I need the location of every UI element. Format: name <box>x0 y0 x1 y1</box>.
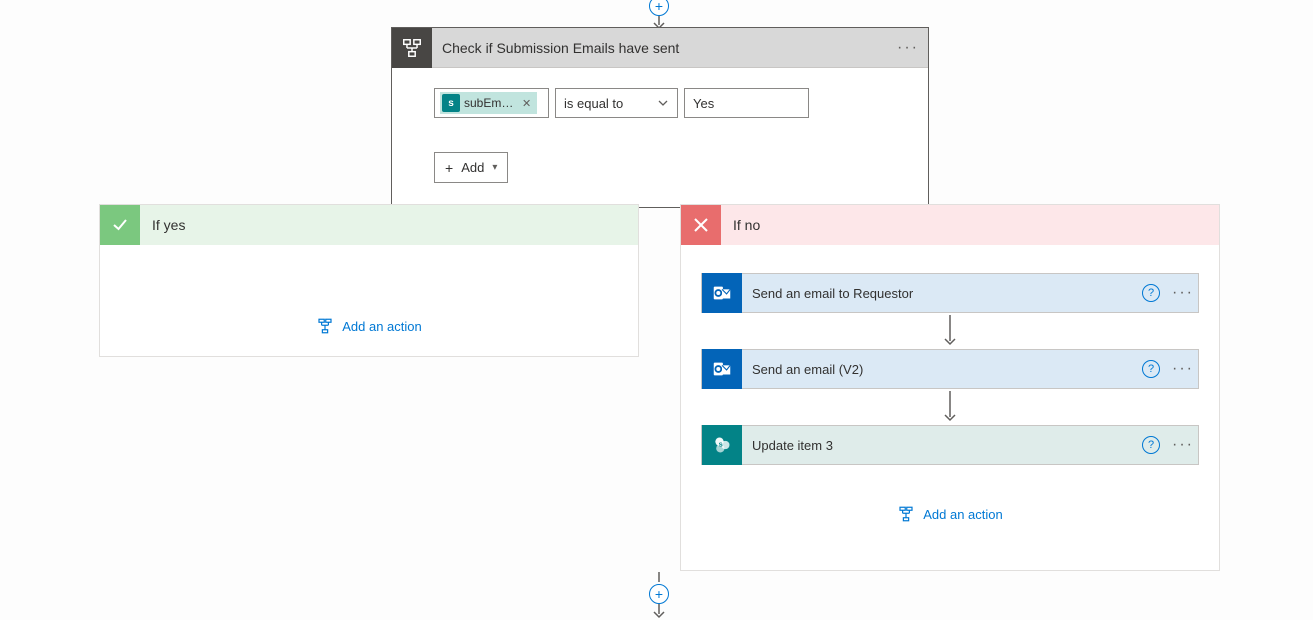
check-icon <box>100 205 140 245</box>
help-icon[interactable]: ? <box>1142 360 1160 378</box>
flow-action-icon <box>897 505 915 523</box>
dynamic-content-token[interactable]: s subEmail… ✕ <box>440 92 537 114</box>
token-label: subEmail… <box>464 96 516 110</box>
action-card-send-email-requestor[interactable]: Send an email to Requestor ? ··· <box>701 273 1199 313</box>
help-icon[interactable]: ? <box>1142 284 1160 302</box>
condition-title: Check if Submission Emails have sent <box>432 40 888 56</box>
sharepoint-icon: s <box>442 94 460 112</box>
condition-header[interactable]: Check if Submission Emails have sent ··· <box>392 28 928 68</box>
arrow-down-icon <box>943 313 957 349</box>
arrow-down-icon <box>652 604 666 620</box>
flow-action-icon <box>316 317 334 335</box>
condition-card: Check if Submission Emails have sent ···… <box>391 27 929 208</box>
if-yes-header: If yes <box>100 205 638 245</box>
if-yes-branch: If yes Add an action <box>99 204 639 357</box>
condition-operator-select[interactable]: is equal to <box>555 88 678 118</box>
condition-value: Yes <box>693 96 714 111</box>
action-title: Send an email to Requestor <box>742 286 1142 301</box>
operator-label: is equal to <box>564 96 623 111</box>
condition-more-menu[interactable]: ··· <box>888 39 928 57</box>
condition-left-operand[interactable]: s subEmail… ✕ <box>434 88 549 118</box>
condition-expression-row: s subEmail… ✕ is equal to Yes <box>434 88 886 118</box>
action-card-update-item[interactable]: s Update item 3 ? ··· <box>701 425 1199 465</box>
plus-icon: + <box>445 161 453 175</box>
sharepoint-icon: s <box>702 425 742 465</box>
help-icon[interactable]: ? <box>1142 436 1160 454</box>
svg-text:s: s <box>719 440 723 449</box>
token-remove[interactable]: ✕ <box>522 97 531 110</box>
chevron-down-icon: ▾ <box>492 162 497 173</box>
add-action-yes[interactable]: Add an action <box>120 317 618 335</box>
action-more-menu[interactable]: ··· <box>1168 360 1198 378</box>
action-more-menu[interactable]: ··· <box>1168 284 1198 302</box>
action-card-send-email-v2[interactable]: Send an email (V2) ? ··· <box>701 349 1199 389</box>
if-no-branch: If no Send an email to Requestor ? <box>680 204 1220 571</box>
outlook-icon <box>702 349 742 389</box>
outlook-icon <box>702 273 742 313</box>
chevron-down-icon <box>657 97 669 109</box>
arrow-down-icon <box>943 389 957 425</box>
action-more-menu[interactable]: ··· <box>1168 436 1198 454</box>
insert-step-bottom[interactable]: + <box>649 584 669 604</box>
if-yes-label: If yes <box>140 217 197 233</box>
arrow-stub-icon <box>652 572 666 584</box>
add-action-label: Add an action <box>342 319 422 334</box>
cross-icon <box>681 205 721 245</box>
if-no-label: If no <box>721 217 772 233</box>
condition-value-input[interactable]: Yes <box>684 88 809 118</box>
action-title: Send an email (V2) <box>742 362 1142 377</box>
action-title: Update item 3 <box>742 438 1142 453</box>
add-action-no[interactable]: Add an action <box>701 505 1199 523</box>
add-action-label: Add an action <box>923 507 1003 522</box>
condition-icon <box>392 28 432 68</box>
add-label: Add <box>461 160 484 175</box>
add-condition-button[interactable]: + Add ▾ <box>434 152 508 183</box>
insert-step-top[interactable]: + <box>649 0 669 16</box>
if-no-header: If no <box>681 205 1219 245</box>
